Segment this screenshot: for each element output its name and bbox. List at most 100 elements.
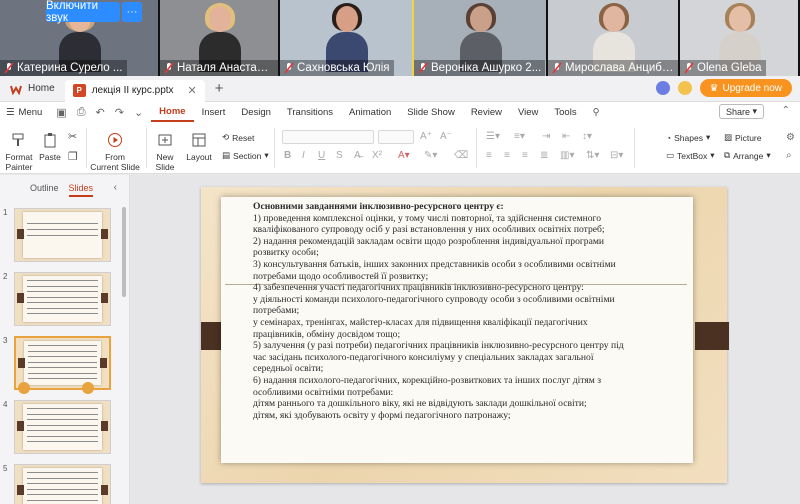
italic-icon[interactable]: I xyxy=(302,150,305,161)
textbox-button[interactable]: ▭ TextBox ▾ xyxy=(666,150,715,161)
account-avatar[interactable] xyxy=(655,81,670,95)
menu-button[interactable]: ☰ Menu xyxy=(0,107,48,118)
more-options-button[interactable]: ··· xyxy=(122,2,142,22)
justify-icon[interactable]: ≣ xyxy=(540,150,548,161)
clear-format-icon[interactable]: ⌫ xyxy=(454,150,468,161)
underline-icon[interactable]: U xyxy=(318,150,325,161)
align-text-icon[interactable]: ⊟▾ xyxy=(610,150,623,161)
settings-icon[interactable]: ⚙ xyxy=(786,132,795,143)
slide-text-line: у семінарах, тренінгах, майстер-класах д… xyxy=(253,316,588,328)
textbox-label: TextBox xyxy=(677,150,708,161)
slide-text-box[interactable]: Основними завданнями інклюзивно-ресурсно… xyxy=(253,201,673,421)
increase-font-icon[interactable]: A⁺ xyxy=(420,131,432,142)
numbering-icon[interactable]: ≡▾ xyxy=(514,131,525,142)
mic-muted-icon xyxy=(552,62,562,74)
upgrade-button[interactable]: ♛ Upgrade now xyxy=(699,79,792,97)
participant-tile[interactable]: Вероніка Ашурко 2... xyxy=(414,0,548,76)
new-tab-button[interactable]: + xyxy=(205,80,234,97)
undo-icon[interactable]: ↶ xyxy=(96,106,105,119)
ribbon-tab-transitions[interactable]: Transitions xyxy=(279,102,341,122)
textbox-icon: ▭ xyxy=(666,150,675,160)
participant-video xyxy=(719,3,761,72)
ribbon-tab-view[interactable]: View xyxy=(510,102,546,122)
cut-icon[interactable]: ✂ xyxy=(68,130,77,143)
upgrade-label: Upgrade now xyxy=(722,82,782,94)
shapes-button[interactable]: ◔ Shapes ▾ xyxy=(666,132,710,143)
ribbon-tabs: ☰ Menu ▣ ⎙ ↶ ↷ ⌄ Home Insert Design Transit… xyxy=(0,102,800,122)
paste-button[interactable]: Paste xyxy=(36,130,64,162)
from-current-slide-button[interactable]: From Current Slide xyxy=(90,130,140,172)
notification-icon[interactable] xyxy=(677,81,692,95)
collapse-ribbon-icon[interactable]: ⌃ xyxy=(782,105,790,116)
outdent-icon[interactable]: ⇤ xyxy=(562,131,570,142)
align-left-icon[interactable]: ≡ xyxy=(486,150,492,161)
unmute-button[interactable]: Включити звук xyxy=(46,0,120,24)
line-spacing-icon[interactable]: ↕▾ xyxy=(582,131,592,142)
slide-thumbnail[interactable] xyxy=(14,464,111,504)
ribbon-tab-animation[interactable]: Animation xyxy=(341,102,399,122)
highlight-icon[interactable]: ✎▾ xyxy=(424,150,437,161)
reset-button[interactable]: ⟲ Reset xyxy=(222,132,254,143)
copy-icon[interactable]: ❐ xyxy=(68,150,78,163)
participant-name: Мирослава Анцибор xyxy=(565,62,674,74)
font-size-select[interactable] xyxy=(378,130,414,144)
columns-icon[interactable]: ▥▾ xyxy=(560,150,574,161)
home-tab[interactable]: Home xyxy=(0,76,65,102)
strikethrough-icon[interactable]: A̶ xyxy=(354,150,361,161)
ribbon-tab-insert[interactable]: Insert xyxy=(194,102,234,122)
slide-text-line: потребами; xyxy=(253,305,300,317)
decrease-font-icon[interactable]: A⁻ xyxy=(440,131,452,142)
format-painter-button[interactable]: Format Painter xyxy=(4,130,34,172)
slide-text-line: розвитку особи; xyxy=(253,247,319,259)
print-icon[interactable]: ⎙ xyxy=(77,106,86,119)
participant-tile[interactable]: Сахновська Юлія xyxy=(280,0,414,76)
arrange-button[interactable]: ⧉ Arrange ▾ xyxy=(724,150,771,161)
slides-tab[interactable]: Slides xyxy=(68,183,94,197)
font-family-select[interactable] xyxy=(282,130,374,144)
panel-scrollbar[interactable] xyxy=(122,207,126,297)
clipboard-icon xyxy=(40,130,60,150)
participant-tile[interactable]: Наталя Анастасова xyxy=(160,0,280,76)
superscript-icon[interactable]: X² xyxy=(372,150,382,161)
bold-icon[interactable]: B xyxy=(284,150,291,161)
ribbon-tab-home[interactable]: Home xyxy=(151,102,194,122)
ribbon-tab-review[interactable]: Review xyxy=(463,102,510,122)
new-slide-icon xyxy=(155,130,175,150)
indent-icon[interactable]: ⇥ xyxy=(542,131,550,142)
picture-button[interactable]: ▨ Picture xyxy=(724,132,762,143)
text-direction-icon[interactable]: ⇅▾ xyxy=(586,150,599,161)
bullets-icon[interactable]: ☰▾ xyxy=(486,131,500,142)
reset-label: Reset xyxy=(232,132,255,143)
slide-thumbnail[interactable] xyxy=(14,272,111,326)
align-center-icon[interactable]: ≡ xyxy=(504,150,510,161)
font-color-icon[interactable]: A▾ xyxy=(398,150,410,161)
share-label: Share xyxy=(725,106,750,117)
layout-button[interactable]: Layout xyxy=(184,130,214,162)
slide-thumbnail[interactable] xyxy=(14,400,111,454)
ribbon-tab-design[interactable]: Design xyxy=(233,102,279,122)
ribbon-tab-tools[interactable]: Tools xyxy=(546,102,584,122)
ribbon-tab-slide-show[interactable]: Slide Show xyxy=(399,102,463,122)
search-icon[interactable]: ⚲ xyxy=(585,107,608,118)
section-button[interactable]: ▤ Section ▾ xyxy=(222,150,269,161)
save-icon[interactable]: ▣ xyxy=(56,106,66,119)
slide-thumbnail[interactable] xyxy=(14,208,111,262)
redo-icon[interactable]: ↷ xyxy=(115,106,124,119)
play-slide-icon[interactable] xyxy=(18,382,30,394)
current-slide[interactable]: Основними завданнями інклюзивно-ресурсно… xyxy=(201,187,729,483)
share-button[interactable]: Share ▾ xyxy=(718,104,764,119)
slide-text-line: у діяльності команди психолого-педагогіч… xyxy=(253,293,615,305)
find-icon[interactable]: ⌕ xyxy=(786,150,792,161)
new-slide-button[interactable]: New Slide xyxy=(150,130,180,172)
chevron-down-icon[interactable]: ⌄ xyxy=(134,106,143,119)
participant-tile[interactable]: Olena Gleba xyxy=(680,0,800,76)
outline-tab[interactable]: Outline xyxy=(30,183,59,197)
shadow-icon[interactable]: S xyxy=(336,150,343,161)
participant-tile[interactable]: Мирослава Анцибор xyxy=(548,0,680,76)
slide-thumbnail[interactable] xyxy=(14,336,111,390)
document-tab[interactable]: P лекція ІІ курс.pptx ✕ xyxy=(64,79,205,102)
align-right-icon[interactable]: ≡ xyxy=(522,150,528,161)
close-tab-icon[interactable]: ✕ xyxy=(187,84,196,97)
chevron-left-icon[interactable]: ‹ xyxy=(114,182,117,193)
add-slide-icon[interactable] xyxy=(82,382,94,394)
